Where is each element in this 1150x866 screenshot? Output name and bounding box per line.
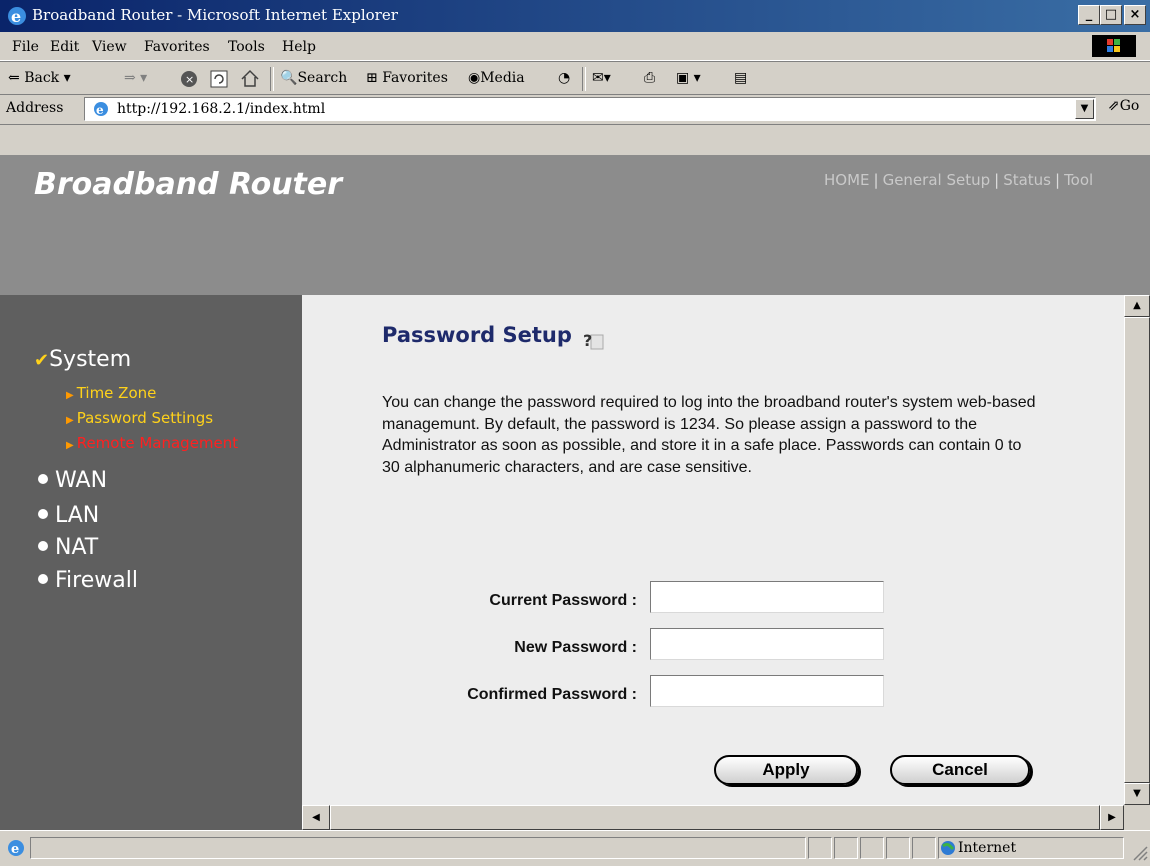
router-title: Broadband Router — [34, 167, 343, 202]
mail-icon[interactable]: ✉▾ — [592, 70, 611, 86]
print-icon[interactable]: ⎙ — [644, 70, 655, 86]
media-icon: ◉ — [468, 70, 481, 86]
toolbar: ⇐ Back ▾ ⇒ ▾ × 🔍Search ⊞ Favorites ◉Medi… — [0, 61, 1150, 95]
svg-text:e: e — [96, 103, 104, 117]
menu-help[interactable]: Help — [282, 39, 316, 55]
sidebar-item-nat[interactable]: NAT — [38, 535, 98, 560]
menu-tools[interactable]: Tools — [228, 39, 265, 55]
horizontal-scrollbar[interactable]: ◀ ▶ — [302, 805, 1124, 830]
svg-text:e: e — [11, 7, 21, 26]
vertical-scroll-thumb[interactable] — [1124, 317, 1150, 783]
sidebar-item-time-zone[interactable]: ▶ Time Zone — [66, 384, 156, 402]
ie-logo-icon: e — [8, 7, 26, 26]
scroll-up-button[interactable]: ▲ — [1124, 295, 1150, 317]
bullet-icon — [38, 541, 48, 551]
bullet-icon — [38, 474, 48, 484]
forward-arrow-icon: ⇒ — [124, 70, 136, 86]
bullet-icon — [38, 509, 48, 519]
edit-icon[interactable]: ▣ ▾ — [676, 70, 701, 86]
menu-edit[interactable]: Edit — [50, 39, 79, 55]
maximize-button[interactable]: □ — [1100, 5, 1122, 25]
menu-view[interactable]: View — [92, 39, 127, 55]
scroll-left-button[interactable]: ◀ — [302, 805, 330, 830]
address-bar: Address e http://192.168.2.1/index.html … — [0, 94, 1150, 125]
address-input[interactable]: e http://192.168.2.1/index.html ▼ — [84, 97, 1096, 121]
current-password-label: Current Password : — [489, 592, 637, 609]
search-icon: 🔍 — [280, 70, 298, 86]
search-button[interactable]: 🔍Search — [280, 70, 347, 86]
address-label: Address — [6, 100, 64, 116]
history-icon[interactable]: ◔ — [558, 70, 570, 86]
new-password-label: New Password : — [514, 639, 637, 656]
menu-bar: File Edit View Favorites Tools Help — [0, 32, 1150, 61]
sidebar-item-lan[interactable]: LAN — [38, 503, 99, 528]
nav-status[interactable]: Status — [1003, 171, 1051, 189]
window-title: Broadband Router - Microsoft Internet Ex… — [32, 6, 398, 24]
horizontal-scroll-thumb[interactable] — [330, 805, 1100, 830]
window-title-bar[interactable]: e Broadband Router - Microsoft Internet … — [0, 0, 1150, 32]
status-bar: e Internet — [0, 830, 1150, 866]
svg-text:?: ? — [583, 331, 592, 350]
stop-icon[interactable]: × — [180, 70, 198, 88]
bullet-icon — [38, 574, 48, 584]
favorites-icon: ⊞ — [366, 70, 378, 86]
address-dropdown-button[interactable]: ▼ — [1075, 99, 1094, 119]
description-text: You can change the password required to … — [382, 394, 1036, 476]
nav-tool[interactable]: Tool — [1064, 171, 1093, 189]
sidebar-item-wan[interactable]: WAN — [38, 468, 107, 493]
back-button[interactable]: ⇐ Back ▾ — [8, 70, 71, 86]
minimize-button[interactable]: _ — [1078, 5, 1100, 25]
go-arrow-icon: ⇗ — [1108, 98, 1120, 114]
refresh-icon[interactable] — [210, 70, 228, 88]
new-password-input[interactable] — [650, 628, 884, 660]
confirmed-password-input[interactable] — [650, 675, 884, 707]
menu-file[interactable]: File — [12, 39, 39, 55]
sidebar-item-remote-management[interactable]: ▶ Remote Management — [66, 434, 238, 452]
close-button[interactable]: × — [1124, 5, 1146, 25]
address-url: http://192.168.2.1/index.html — [117, 101, 326, 117]
scroll-right-button[interactable]: ▶ — [1100, 805, 1124, 830]
main-content: Password Setup ? You can change the pass… — [302, 295, 1124, 805]
security-zone: Internet — [958, 840, 1017, 856]
go-button[interactable]: ⇗Go — [1108, 98, 1139, 114]
discuss-icon[interactable]: ▤ — [734, 70, 747, 86]
windows-flag-icon — [1092, 35, 1136, 57]
sidebar-item-system[interactable]: ✔System — [34, 347, 131, 372]
svg-text:e: e — [11, 842, 19, 857]
sidebar-item-firewall[interactable]: Firewall — [38, 568, 138, 593]
page-status-icon: e — [8, 840, 24, 857]
forward-button[interactable]: ⇒ ▾ — [124, 70, 147, 86]
nav-home[interactable]: HOME — [824, 171, 870, 189]
vertical-scrollbar[interactable]: ▲ ▼ — [1124, 295, 1150, 805]
media-button[interactable]: ◉Media — [468, 70, 525, 86]
router-banner: Broadband Router HOME | General Setup | Stat… — [0, 155, 1150, 295]
page-icon: e — [94, 102, 108, 117]
current-password-input[interactable] — [650, 581, 884, 613]
favorites-button[interactable]: ⊞ Favorites — [366, 70, 448, 86]
page-title: Password Setup — [382, 323, 572, 347]
sidebar-item-password-settings[interactable]: ▶ Password Settings — [66, 409, 213, 427]
scroll-down-button[interactable]: ▼ — [1124, 783, 1150, 805]
apply-button[interactable]: Apply — [714, 755, 858, 785]
top-nav: HOME | General Setup | Status | Tool — [824, 171, 1094, 189]
back-arrow-icon: ⇐ — [8, 70, 20, 86]
nav-general-setup[interactable]: General Setup — [883, 171, 991, 189]
confirmed-password-label: Confirmed Password : — [467, 686, 637, 703]
svg-text:×: × — [185, 73, 194, 86]
resize-grip-icon[interactable] — [1130, 843, 1148, 861]
help-icon[interactable]: ? — [582, 329, 606, 351]
globe-icon — [941, 841, 955, 855]
sidebar: ✔System ▶ Time Zone ▶ Password Settings ▶ R… — [0, 295, 302, 830]
cancel-button[interactable]: Cancel — [890, 755, 1030, 785]
home-icon[interactable] — [240, 69, 260, 88]
menu-favorites[interactable]: Favorites — [144, 39, 210, 55]
checkmark-icon: ✔ — [34, 350, 50, 371]
